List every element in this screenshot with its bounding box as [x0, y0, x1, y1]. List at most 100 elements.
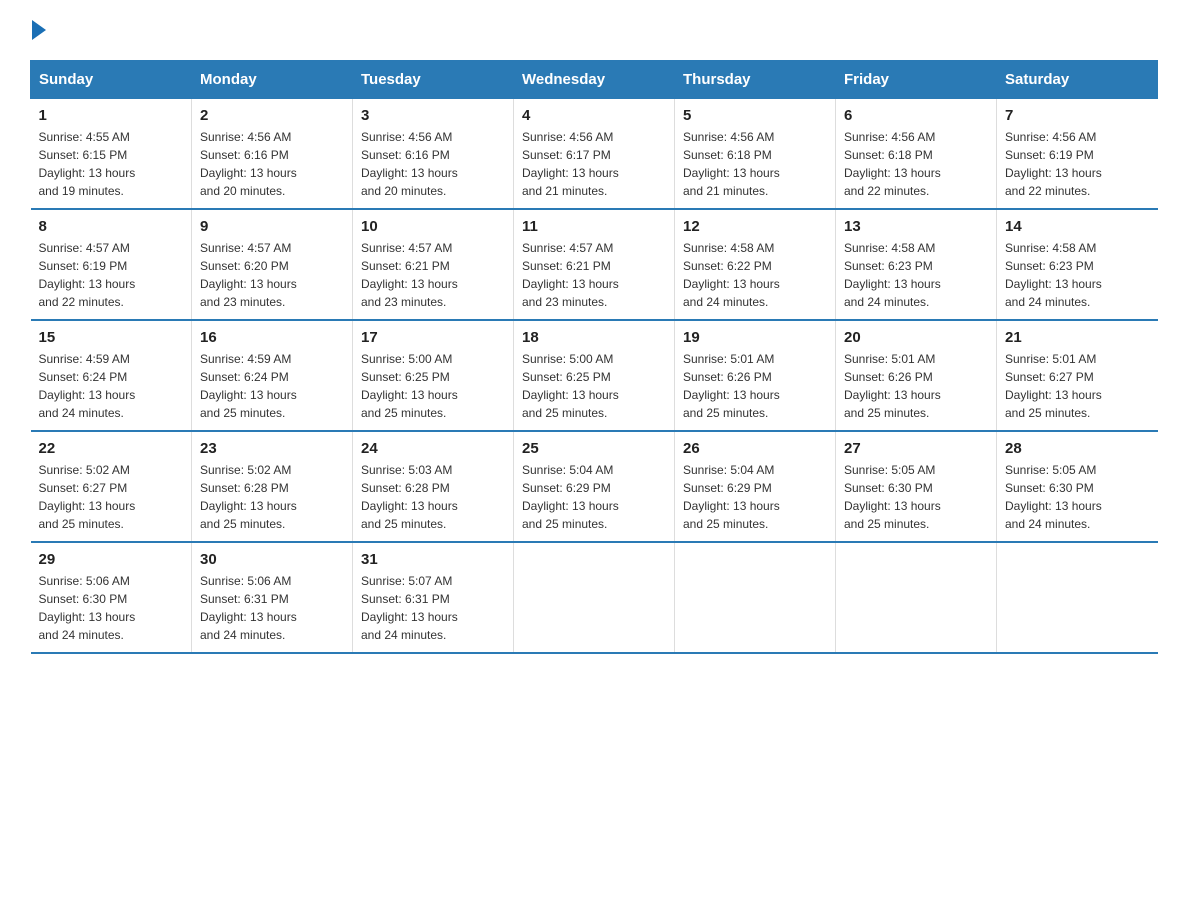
day-number: 28 — [1005, 440, 1150, 457]
day-info: Sunrise: 4:58 AMSunset: 6:22 PMDaylight:… — [683, 239, 827, 311]
calendar-week-3: 15 Sunrise: 4:59 AMSunset: 6:24 PMDayligh… — [31, 320, 1158, 431]
day-info: Sunrise: 4:57 AMSunset: 6:21 PMDaylight:… — [361, 239, 505, 311]
calendar-cell: 30Sunrise: 5:06 AMSunset: 6:31 PMDayligh… — [192, 542, 353, 653]
logo — [30, 20, 46, 40]
day-number: 2 — [200, 107, 344, 124]
day-info: Sunrise: 5:02 AMSunset: 6:28 PMDaylight:… — [200, 461, 344, 533]
day-info: Sunrise: 4:57 AMSunset: 6:19 PMDaylight:… — [39, 239, 184, 311]
day-number: 1 — [39, 107, 184, 124]
weekday-header-tuesday: Tuesday — [353, 61, 514, 99]
day-number: 26 — [683, 440, 827, 457]
weekday-header-row: SundayMondayTuesdayWednesdayThursdayFrid… — [31, 61, 1158, 99]
day-number: 12 — [683, 218, 827, 235]
day-number: 9 — [200, 218, 344, 235]
day-info: Sunrise: 4:56 AMSunset: 6:18 PMDaylight:… — [683, 128, 827, 200]
day-info: Sunrise: 5:03 AMSunset: 6:28 PMDaylight:… — [361, 461, 505, 533]
day-info: Sunrise: 4:56 AMSunset: 6:18 PMDaylight:… — [844, 128, 988, 200]
day-number: 25 — [522, 440, 666, 457]
day-info: Sunrise: 5:02 AMSunset: 6:27 PMDaylight:… — [39, 461, 184, 533]
day-number: 7 — [1005, 107, 1150, 124]
calendar-cell: 3Sunrise: 4:56 AMSunset: 6:16 PMDaylight… — [353, 99, 514, 210]
day-number: 8 — [39, 218, 184, 235]
weekday-header-sunday: Sunday — [31, 61, 192, 99]
day-number: 20 — [844, 329, 988, 346]
day-number: 29 — [39, 551, 184, 568]
calendar-cell: 4Sunrise: 4:56 AMSunset: 6:17 PMDaylight… — [514, 99, 675, 210]
calendar-cell: 27 Sunrise: 5:05 AMSunset: 6:30 PMDayligh… — [836, 431, 997, 542]
day-number: 5 — [683, 107, 827, 124]
logo-triangle-icon — [32, 20, 46, 40]
calendar-cell: 6 Sunrise: 4:56 AMSunset: 6:18 PMDaylight… — [836, 99, 997, 210]
calendar-cell: 11Sunrise: 4:57 AMSunset: 6:21 PMDayligh… — [514, 209, 675, 320]
day-number: 10 — [361, 218, 505, 235]
calendar-week-4: 22Sunrise: 5:02 AMSunset: 6:27 PMDayligh… — [31, 431, 1158, 542]
day-info: Sunrise: 5:00 AMSunset: 6:25 PMDaylight:… — [522, 350, 666, 422]
day-info: Sunrise: 5:04 AMSunset: 6:29 PMDaylight:… — [683, 461, 827, 533]
calendar-cell: 1Sunrise: 4:55 AMSunset: 6:15 PMDaylight… — [31, 99, 192, 210]
day-info: Sunrise: 5:01 AMSunset: 6:26 PMDaylight:… — [844, 350, 988, 422]
weekday-header-friday: Friday — [836, 61, 997, 99]
day-number: 3 — [361, 107, 505, 124]
calendar-cell: 24 Sunrise: 5:03 AMSunset: 6:28 PMDayligh… — [353, 431, 514, 542]
day-number: 14 — [1005, 218, 1150, 235]
calendar-cell: 20 Sunrise: 5:01 AMSunset: 6:26 PMDayligh… — [836, 320, 997, 431]
calendar-cell: 25 Sunrise: 5:04 AMSunset: 6:29 PMDayligh… — [514, 431, 675, 542]
page-header — [30, 20, 1158, 40]
weekday-header-saturday: Saturday — [997, 61, 1158, 99]
day-info: Sunrise: 4:57 AMSunset: 6:21 PMDaylight:… — [522, 239, 666, 311]
calendar-cell: 21Sunrise: 5:01 AMSunset: 6:27 PMDayligh… — [997, 320, 1158, 431]
calendar-cell: 23 Sunrise: 5:02 AMSunset: 6:28 PMDayligh… — [192, 431, 353, 542]
logo-blue-part — [30, 20, 46, 40]
day-number: 24 — [361, 440, 505, 457]
calendar-cell — [675, 542, 836, 653]
calendar-cell: 7 Sunrise: 4:56 AMSunset: 6:19 PMDaylight… — [997, 99, 1158, 210]
day-number: 21 — [1005, 329, 1150, 346]
day-info: Sunrise: 5:04 AMSunset: 6:29 PMDaylight:… — [522, 461, 666, 533]
day-info: Sunrise: 5:01 AMSunset: 6:26 PMDaylight:… — [683, 350, 827, 422]
day-number: 17 — [361, 329, 505, 346]
day-info: Sunrise: 4:58 AMSunset: 6:23 PMDaylight:… — [1005, 239, 1150, 311]
day-number: 31 — [361, 551, 505, 568]
weekday-header-wednesday: Wednesday — [514, 61, 675, 99]
day-number: 23 — [200, 440, 344, 457]
day-info: Sunrise: 4:57 AMSunset: 6:20 PMDaylight:… — [200, 239, 344, 311]
day-info: Sunrise: 5:00 AMSunset: 6:25 PMDaylight:… — [361, 350, 505, 422]
calendar-cell: 19 Sunrise: 5:01 AMSunset: 6:26 PMDayligh… — [675, 320, 836, 431]
day-number: 15 — [39, 329, 184, 346]
day-number: 13 — [844, 218, 988, 235]
calendar-header: SundayMondayTuesdayWednesdayThursdayFrid… — [31, 61, 1158, 99]
day-number: 6 — [844, 107, 988, 124]
day-info: Sunrise: 5:05 AMSunset: 6:30 PMDaylight:… — [844, 461, 988, 533]
calendar-cell: 17 Sunrise: 5:00 AMSunset: 6:25 PMDayligh… — [353, 320, 514, 431]
day-number: 27 — [844, 440, 988, 457]
day-number: 19 — [683, 329, 827, 346]
calendar-cell: 8 Sunrise: 4:57 AMSunset: 6:19 PMDaylight… — [31, 209, 192, 320]
day-number: 18 — [522, 329, 666, 346]
calendar-cell: 12 Sunrise: 4:58 AMSunset: 6:22 PMDayligh… — [675, 209, 836, 320]
calendar-cell: 14 Sunrise: 4:58 AMSunset: 6:23 PMDayligh… — [997, 209, 1158, 320]
calendar-cell: 9 Sunrise: 4:57 AMSunset: 6:20 PMDaylight… — [192, 209, 353, 320]
day-info: Sunrise: 4:56 AMSunset: 6:16 PMDaylight:… — [200, 128, 344, 200]
calendar-cell: 10 Sunrise: 4:57 AMSunset: 6:21 PMDayligh… — [353, 209, 514, 320]
calendar-cell: 31 Sunrise: 5:07 AMSunset: 6:31 PMDayligh… — [353, 542, 514, 653]
day-info: Sunrise: 4:59 AMSunset: 6:24 PMDaylight:… — [39, 350, 184, 422]
calendar-week-1: 1Sunrise: 4:55 AMSunset: 6:15 PMDaylight… — [31, 99, 1158, 210]
calendar-table: SundayMondayTuesdayWednesdayThursdayFrid… — [30, 60, 1158, 654]
calendar-cell: 2 Sunrise: 4:56 AMSunset: 6:16 PMDaylight… — [192, 99, 353, 210]
calendar-cell: 5 Sunrise: 4:56 AMSunset: 6:18 PMDaylight… — [675, 99, 836, 210]
day-info: Sunrise: 5:05 AMSunset: 6:30 PMDaylight:… — [1005, 461, 1150, 533]
day-info: Sunrise: 5:07 AMSunset: 6:31 PMDaylight:… — [361, 572, 505, 644]
calendar-cell: 29Sunrise: 5:06 AMSunset: 6:30 PMDayligh… — [31, 542, 192, 653]
day-info: Sunrise: 5:06 AMSunset: 6:31 PMDaylight:… — [200, 572, 344, 644]
weekday-header-thursday: Thursday — [675, 61, 836, 99]
day-info: Sunrise: 4:59 AMSunset: 6:24 PMDaylight:… — [200, 350, 344, 422]
day-info: Sunrise: 4:56 AMSunset: 6:19 PMDaylight:… — [1005, 128, 1150, 200]
day-number: 16 — [200, 329, 344, 346]
calendar-cell: 15 Sunrise: 4:59 AMSunset: 6:24 PMDayligh… — [31, 320, 192, 431]
calendar-cell: 13Sunrise: 4:58 AMSunset: 6:23 PMDayligh… — [836, 209, 997, 320]
day-number: 4 — [522, 107, 666, 124]
calendar-cell: 26 Sunrise: 5:04 AMSunset: 6:29 PMDayligh… — [675, 431, 836, 542]
calendar-cell — [836, 542, 997, 653]
weekday-header-monday: Monday — [192, 61, 353, 99]
calendar-cell: 18 Sunrise: 5:00 AMSunset: 6:25 PMDayligh… — [514, 320, 675, 431]
